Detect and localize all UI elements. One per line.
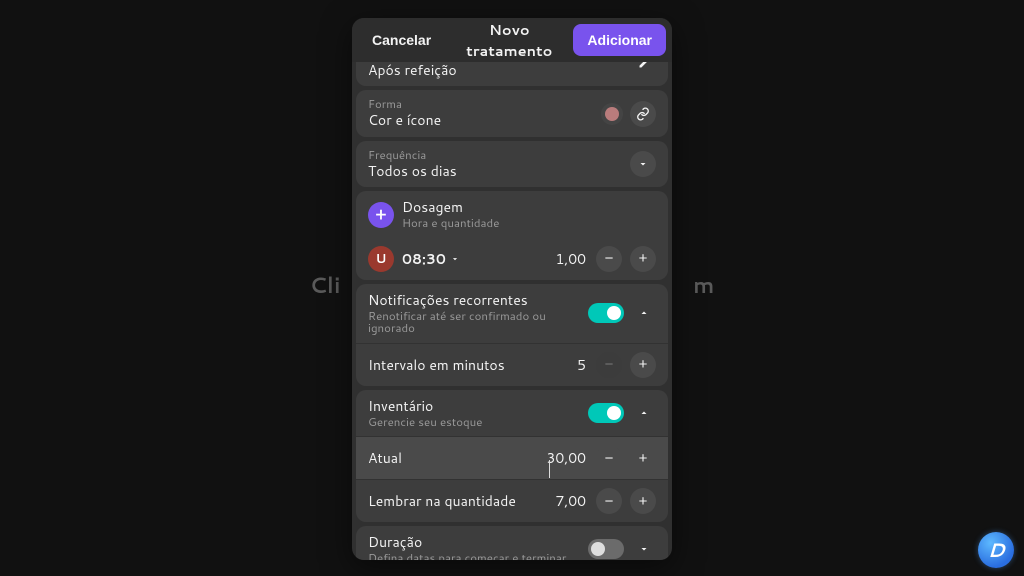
bg-text-left: Cli <box>309 270 340 301</box>
add-dosage-button[interactable]: + <box>368 202 394 228</box>
interval-label: Intervalo em minutos <box>368 355 560 375</box>
edit-icon[interactable] <box>632 62 656 75</box>
dialog-title: Novo tratamento <box>445 19 573 61</box>
shape-card: Forma Cor e ícone <box>356 90 668 136</box>
notifications-interval-row: Intervalo em minutos 5 − + <box>356 344 668 386</box>
inventory-current-row[interactable]: Atual 30,00 − + <box>356 437 668 479</box>
dosage-pill-icon: U <box>368 246 394 272</box>
chevron-up-icon[interactable] <box>632 301 656 325</box>
notes-value: Após refeição <box>368 62 624 78</box>
inventory-remind-decrement-button[interactable]: − <box>596 488 622 514</box>
notes-row[interactable]: Notas Após refeição <box>356 62 668 86</box>
inventory-remind-label: Lembrar na quantidade <box>368 491 538 511</box>
inventory-current-label: Atual <box>368 448 538 468</box>
inventory-remind-row: Lembrar na quantidade 7,00 − + <box>356 480 668 522</box>
dosage-entry-row: U 08:30 1,00 − + <box>356 238 668 280</box>
dosage-header-row: + Dosagem Hora e quantidade <box>356 191 668 237</box>
chevron-up-icon[interactable] <box>632 401 656 425</box>
dosage-decrement-button[interactable]: − <box>596 246 622 272</box>
interval-value: 5 <box>568 355 586 375</box>
duration-toggle[interactable] <box>588 539 624 559</box>
dosage-amount: 1,00 <box>546 249 586 269</box>
shape-link-button[interactable] <box>630 101 656 127</box>
add-button[interactable]: Adicionar <box>573 24 666 56</box>
inventory-current-value[interactable]: 30,00 <box>546 448 586 468</box>
inventory-remind-value: 7,00 <box>546 491 586 511</box>
interval-increment-button[interactable]: + <box>630 352 656 378</box>
chevron-down-icon[interactable] <box>630 151 656 177</box>
watermark-badge: D <box>978 532 1014 568</box>
dialog-header: Cancelar Novo tratamento Adicionar <box>352 18 672 62</box>
frequency-label: Frequência <box>368 149 622 162</box>
dosage-time: 08:30 <box>402 249 446 269</box>
notifications-toggle[interactable] <box>588 303 624 323</box>
notes-card: Notas Após refeição <box>356 62 668 86</box>
inventory-header-row: Inventário Gerencie seu estoque <box>356 390 668 436</box>
duration-subtitle: Defina datas para começar e terminar <box>368 552 580 560</box>
shape-row[interactable]: Forma Cor e ícone <box>356 90 668 136</box>
chevron-down-icon <box>450 254 460 264</box>
frequency-value: Todos os dias <box>368 163 622 180</box>
inventory-current-decrement-button[interactable]: − <box>596 445 622 471</box>
notifications-card: Notificações recorrentes Renotificar até… <box>356 284 668 386</box>
interval-decrement-button[interactable]: − <box>596 352 622 378</box>
dosage-time-picker[interactable]: 08:30 <box>402 249 460 269</box>
frequency-row[interactable]: Frequência Todos os dias <box>356 141 668 187</box>
notifications-subtitle: Renotificar até ser confirmado ou ignora… <box>368 310 580 335</box>
bg-text-right: m <box>693 270 714 301</box>
inventory-toggle[interactable] <box>588 403 624 423</box>
color-dot-icon <box>605 107 619 121</box>
chevron-down-icon[interactable] <box>632 537 656 560</box>
frequency-card: Frequência Todos os dias <box>356 141 668 187</box>
new-treatment-dialog: Cancelar Novo tratamento Adicionar Notas… <box>352 18 672 560</box>
inventory-card: Inventário Gerencie seu estoque Atual 30… <box>356 390 668 522</box>
inventory-subtitle: Gerencie seu estoque <box>368 416 580 429</box>
dosage-subtitle: Hora e quantidade <box>402 217 656 230</box>
inventory-current-increment-button[interactable]: + <box>630 445 656 471</box>
inventory-remind-increment-button[interactable]: + <box>630 488 656 514</box>
duration-card: Duração Defina datas para começar e term… <box>356 526 668 560</box>
shape-value: Cor e ícone <box>368 112 596 129</box>
cancel-button[interactable]: Cancelar <box>358 24 445 56</box>
notifications-header-row: Notificações recorrentes Renotificar até… <box>356 284 668 343</box>
dosage-card: + Dosagem Hora e quantidade U 08:30 1,00… <box>356 191 668 279</box>
dialog-body: Notas Após refeição Forma Cor e ícone <box>352 62 672 560</box>
duration-header-row: Duração Defina datas para começar e term… <box>356 526 668 560</box>
color-swatch <box>604 105 622 123</box>
dosage-increment-button[interactable]: + <box>630 246 656 272</box>
